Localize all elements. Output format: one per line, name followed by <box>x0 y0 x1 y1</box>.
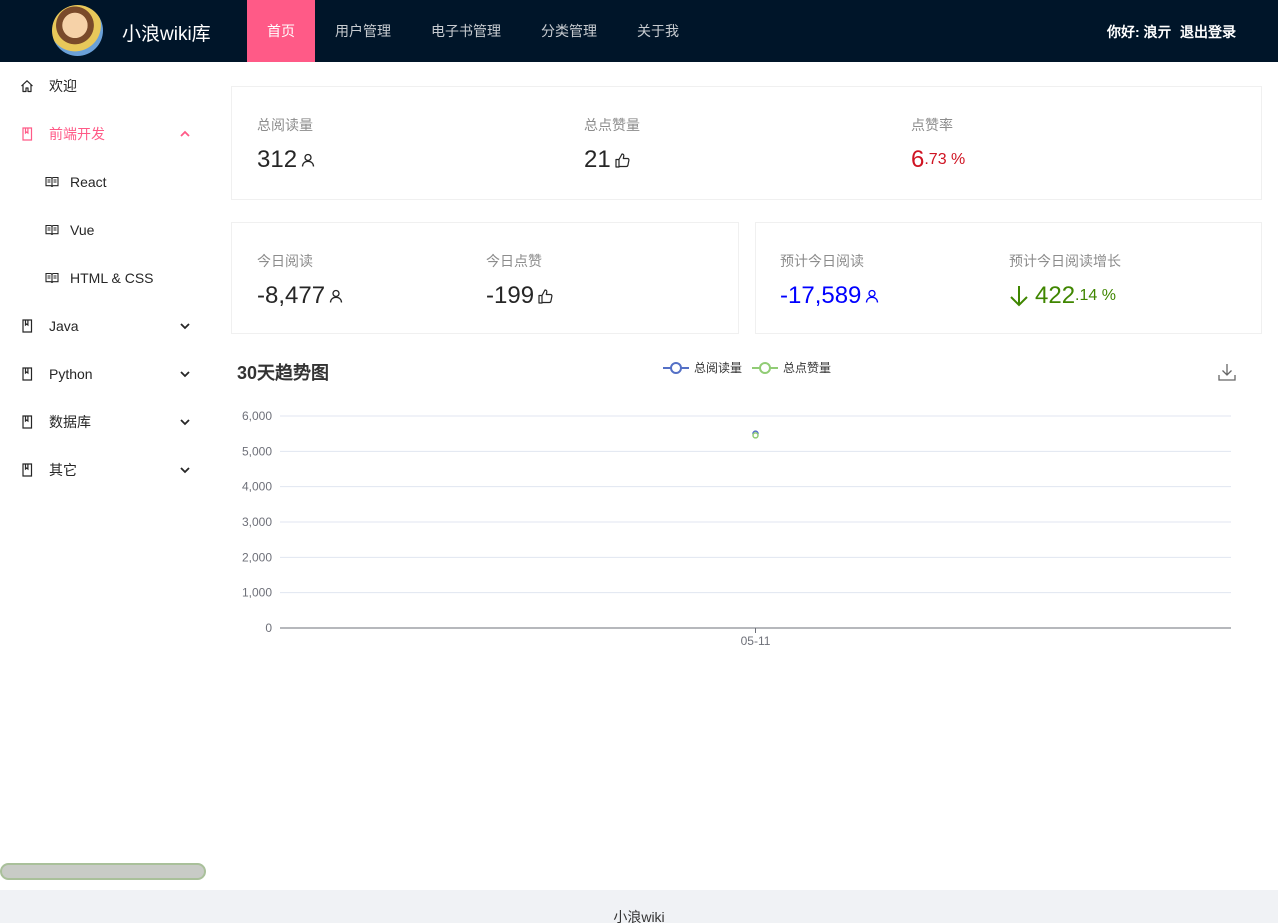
stat-value: -199 <box>486 282 535 309</box>
x-tick-label: 05-11 <box>741 634 771 648</box>
page-footer: 小浪wiki <box>0 890 1278 923</box>
nav-item-3[interactable]: 分类管理 <box>521 0 617 62</box>
sidebar-item-8[interactable]: 其它 <box>0 450 207 490</box>
stat-value: -8,477 <box>257 282 326 309</box>
sidebar-item-label: 前端开发 <box>49 126 105 142</box>
sidebar-item-label: 数据库 <box>49 414 91 430</box>
chevron-down-icon <box>180 371 190 378</box>
stat-value-frac: .14 % <box>1075 287 1116 304</box>
stat-title: 预计今日阅读增长 <box>1009 253 1121 269</box>
sidebar-item-label: React <box>70 174 107 190</box>
sidebar-item-4[interactable]: HTML & CSS <box>0 258 207 298</box>
sidebar-item-label: Python <box>49 366 93 382</box>
chevron-up-icon <box>180 130 190 137</box>
user-greeting: 你好: 浪亓 <box>1107 24 1172 40</box>
sidebar-item-1[interactable]: 前端开发 <box>0 114 207 154</box>
arrow-down-icon <box>1010 286 1028 307</box>
stat-title: 今日点赞 <box>486 253 542 269</box>
legend-marker-read <box>663 361 689 374</box>
today-stats-card: 今日阅读 -8,477 今日点赞 -199 <box>231 222 739 334</box>
total-read-stat: 总阅读量 312 <box>257 115 315 174</box>
total-stats-card: 总阅读量 312 总点赞量 21 点赞率 6.73 % <box>231 86 1262 200</box>
book-icon <box>22 415 33 429</box>
y-tick-label: 6,000 <box>242 409 272 423</box>
vote-rate-stat: 点赞率 6.73 % <box>911 115 965 174</box>
sidebar-menu: 欢迎前端开发 React Vue HTML & CSS Java Python 数据库其它 <box>0 62 207 890</box>
legend-label: 总阅读量 <box>694 361 743 375</box>
legend-marker-vote <box>752 361 778 374</box>
today-vote-stat: 今日点赞 -199 <box>486 251 553 310</box>
y-tick-label: 4,000 <box>242 480 272 494</box>
brand-title: 小浪wiki库 <box>122 24 211 45</box>
stat-title: 点赞率 <box>911 117 953 133</box>
total-vote-stat: 总点赞量 21 <box>584 115 640 174</box>
chart-title: 30天趋势图 <box>237 363 330 383</box>
sidebar-item-7[interactable]: 数据库 <box>0 402 207 442</box>
top-nav: 首页 用户管理 电子书管理 分类管理 关于我 <box>247 0 699 62</box>
sidebar-item-0[interactable]: 欢迎 <box>0 66 207 106</box>
nav-item-4[interactable]: 关于我 <box>617 0 699 62</box>
nav-item-2[interactable]: 电子书管理 <box>411 0 521 62</box>
predict-growth-stat: 预计今日阅读增长 422.14 % <box>1009 251 1121 310</box>
sidebar-item-label: Java <box>49 318 79 334</box>
nav-item-0[interactable]: 首页 <box>247 0 315 62</box>
stat-value-int: 422 <box>1035 282 1076 309</box>
sidebar-item-label: HTML & CSS <box>70 270 154 286</box>
book-icon <box>22 367 33 381</box>
stat-title: 总点赞量 <box>584 117 640 133</box>
sidebar-item-5[interactable]: Java <box>0 306 207 346</box>
user-icon <box>866 289 879 303</box>
sidebar-item-label: Vue <box>70 222 95 238</box>
read-icon <box>45 272 59 284</box>
sidebar-item-label: 其它 <box>49 462 77 478</box>
y-tick-label: 0 <box>265 621 272 635</box>
home-icon <box>21 80 33 93</box>
stat-value-frac: .73 % <box>924 151 966 168</box>
sidebar-item-2[interactable]: React <box>0 162 207 202</box>
book-icon <box>22 319 33 333</box>
trend-chart: 0 1,000 2,000 3,000 4,000 5,000 6,000 05-11 <box>242 409 1231 648</box>
download-icon[interactable] <box>1218 363 1236 381</box>
stat-title: 总阅读量 <box>257 117 313 133</box>
stat-value: 21 <box>584 146 611 173</box>
y-tick-label: 5,000 <box>242 444 272 458</box>
stat-value: -17,589 <box>780 282 862 309</box>
y-tick-label: 3,000 <box>242 515 272 529</box>
chevron-down-icon <box>180 323 190 330</box>
stat-value: 312 <box>257 146 298 173</box>
stat-title: 预计今日阅读 <box>780 253 864 269</box>
legend-item-read[interactable]: 总阅读量 <box>663 359 742 376</box>
sidebar-item-label: 欢迎 <box>49 78 77 94</box>
sidebar-item-3[interactable]: Vue <box>0 210 207 250</box>
top-header: 小浪wiki库 首页 用户管理 电子书管理 分类管理 关于我 你好: 浪亓 退出登录 <box>0 0 1278 62</box>
logout-link[interactable]: 退出登录 <box>1180 22 1236 42</box>
like-icon <box>538 288 553 304</box>
read-icon <box>45 176 59 188</box>
chevron-down-icon <box>180 419 190 426</box>
logo-avatar[interactable] <box>52 5 103 56</box>
read-icon <box>45 224 59 236</box>
nav-item-1[interactable]: 用户管理 <box>315 0 411 62</box>
chevron-down-icon <box>180 467 190 474</box>
legend-item-vote[interactable]: 总点赞量 <box>752 359 831 376</box>
y-tick-label: 2,000 <box>242 550 272 564</box>
today-read-stat: 今日阅读 -8,477 <box>257 251 343 310</box>
legend-label: 总点赞量 <box>783 361 832 375</box>
predict-read-stat: 预计今日阅读 -17,589 <box>780 251 879 310</box>
stat-value-int: 6 <box>911 146 925 173</box>
data-point-1 <box>752 432 759 439</box>
book-icon <box>22 127 33 141</box>
stat-title: 今日阅读 <box>257 253 313 269</box>
sidebar-item-6[interactable]: Python <box>0 354 207 394</box>
predict-stats-card: 预计今日阅读 -17,589 预计今日阅读增长 422.14 % <box>755 222 1262 334</box>
book-icon <box>22 463 33 477</box>
user-icon <box>329 289 343 303</box>
user-icon <box>301 153 315 167</box>
like-icon <box>615 152 630 168</box>
horizontal-scrollbar[interactable] <box>0 863 206 880</box>
y-tick-label: 1,000 <box>242 586 272 600</box>
